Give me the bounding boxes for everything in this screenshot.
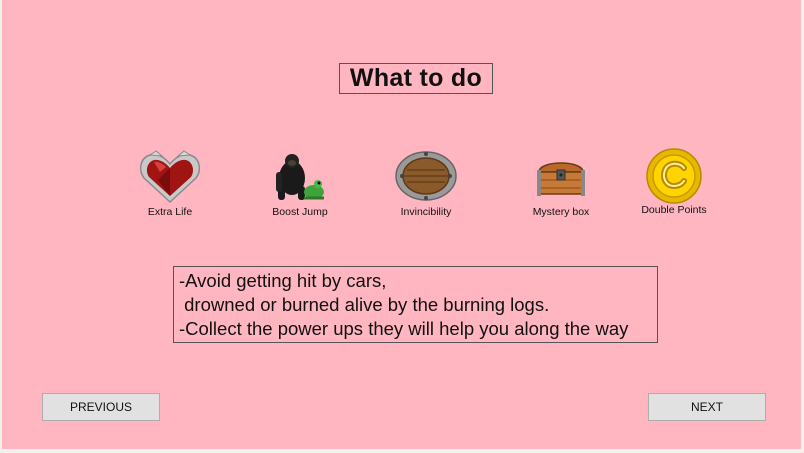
page-title: What to do <box>339 63 493 94</box>
powerup-label: Boost Jump <box>272 206 328 218</box>
powerup-label: Invincibility <box>400 206 452 218</box>
powerup-double-points: Double Points <box>614 148 734 216</box>
gold-coin-icon <box>646 148 702 204</box>
powerup-invincibility: Invincibility <box>366 150 486 218</box>
powerup-extra-life: Extra Life <box>110 150 230 218</box>
heart-shield-icon <box>139 150 201 204</box>
powerup-label: Extra Life <box>147 206 193 218</box>
instructions-box: -Avoid getting hit by cars, drowned or b… <box>173 266 658 343</box>
instruction-line: -Avoid getting hit by cars, <box>179 270 387 291</box>
gorilla-frog-icon <box>276 154 324 200</box>
instruction-line: drowned or burned alive by the burning l… <box>179 294 550 315</box>
treasure-chest-icon <box>537 162 585 196</box>
instruction-line: -Collect the power ups they will help yo… <box>179 318 629 339</box>
previous-button[interactable]: PREVIOUS <box>42 393 160 421</box>
next-button[interactable]: NEXT <box>648 393 766 421</box>
game-window: What to do Extra Life Boost Jump Invinci… <box>2 0 801 449</box>
round-shield-icon <box>395 151 457 201</box>
powerup-boost-jump: Boost Jump <box>240 150 360 218</box>
powerup-mystery-box: Mystery box <box>501 150 621 218</box>
powerup-label: Double Points <box>641 204 707 216</box>
powerup-label: Mystery box <box>532 206 590 218</box>
window-bottom-edge <box>0 449 804 453</box>
